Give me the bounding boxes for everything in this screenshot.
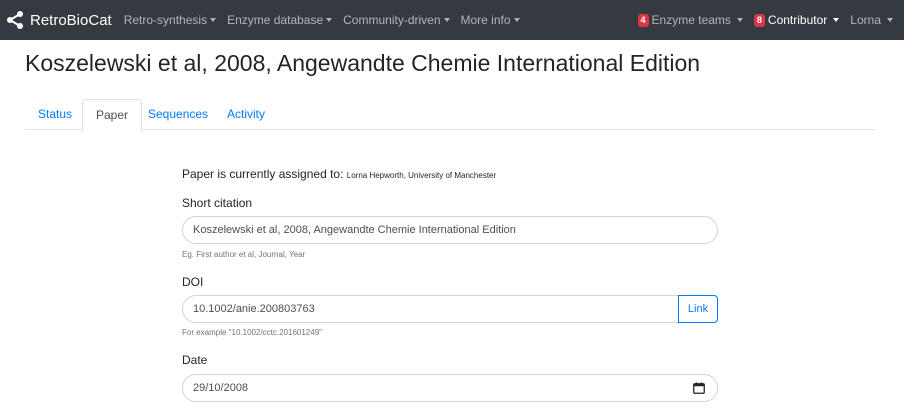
share-nodes-icon <box>7 11 23 29</box>
menu-label: Retro-synthesis <box>123 13 208 27</box>
user-menu: 4 Enzyme teams 8 Contributor Lorna <box>637 0 904 40</box>
main-menu: Retro-synthesis Enzyme database Communit… <box>124 13 531 27</box>
contributor-badge: 8 <box>753 13 765 27</box>
menu-label: Contributor <box>767 13 828 27</box>
menu-label: Community-driven <box>343 13 441 27</box>
menu-label: Enzyme teams <box>651 13 731 27</box>
menu-contributor[interactable]: 8 Contributor <box>753 13 840 27</box>
menu-retro-synthesis[interactable]: Retro-synthesis <box>123 13 217 27</box>
user-name: Lorna <box>850 13 881 27</box>
caret-down-icon <box>833 18 840 22</box>
assigned-prefix: Paper is currently assigned to: <box>182 167 344 181</box>
date-input[interactable]: 29/10/2008 <box>182 374 718 402</box>
brand-label: RetroBioCat <box>30 11 112 29</box>
enzyme-teams-badge: 4 <box>637 13 649 27</box>
caret-down-icon <box>887 18 893 22</box>
short-citation-input[interactable]: Koszelewski et al, 2008, Angewandte Chem… <box>182 216 718 244</box>
doi-input[interactable]: 10.1002/anie.200803763 <box>182 295 679 323</box>
menu-label: More info <box>460 13 511 27</box>
paper-tabs: Status Paper Sequences Activity <box>25 99 875 131</box>
date-value: 29/10/2008 <box>193 382 249 394</box>
menu-user[interactable]: Lorna <box>850 13 893 27</box>
short-citation-label: Short citation <box>182 196 253 210</box>
tab-activity[interactable]: Activity <box>214 99 278 130</box>
doi-link-button[interactable]: Link <box>678 295 718 323</box>
menu-community-driven[interactable]: Community-driven <box>343 13 450 27</box>
assignment-text: Paper is currently assigned to: Lorna He… <box>182 167 496 181</box>
page-title: Koszelewski et al, 2008, Angewandte Chem… <box>25 50 701 76</box>
tab-status[interactable]: Status <box>25 99 85 130</box>
menu-more-info[interactable]: More info <box>461 13 520 27</box>
menu-enzyme-teams[interactable]: 4 Enzyme teams <box>637 13 743 27</box>
tab-sequences[interactable]: Sequences <box>135 99 221 130</box>
menu-label: Enzyme database <box>227 13 324 27</box>
caret-down-icon <box>736 18 743 22</box>
doi-label: DOI <box>182 275 204 289</box>
caret-down-icon <box>443 18 450 22</box>
short-citation-help: Eg. First author et al, Journal, Year <box>182 250 306 259</box>
doi-help: For example "10.1002/cctc.201601249" <box>182 328 322 337</box>
tab-paper[interactable]: Paper <box>82 99 143 131</box>
menu-enzyme-database[interactable]: Enzyme database <box>227 13 333 27</box>
date-label: Date <box>182 353 208 367</box>
caret-down-icon <box>513 18 520 22</box>
caret-down-icon <box>326 18 333 22</box>
calendar-icon[interactable] <box>693 382 705 394</box>
top-navbar: RetroBioCat Retro-synthesis Enzyme datab… <box>0 0 904 40</box>
assigned-name: Lorna Hepworth, University of Manchester <box>346 171 497 180</box>
brand[interactable]: RetroBioCat <box>0 0 112 40</box>
caret-down-icon <box>210 18 217 22</box>
